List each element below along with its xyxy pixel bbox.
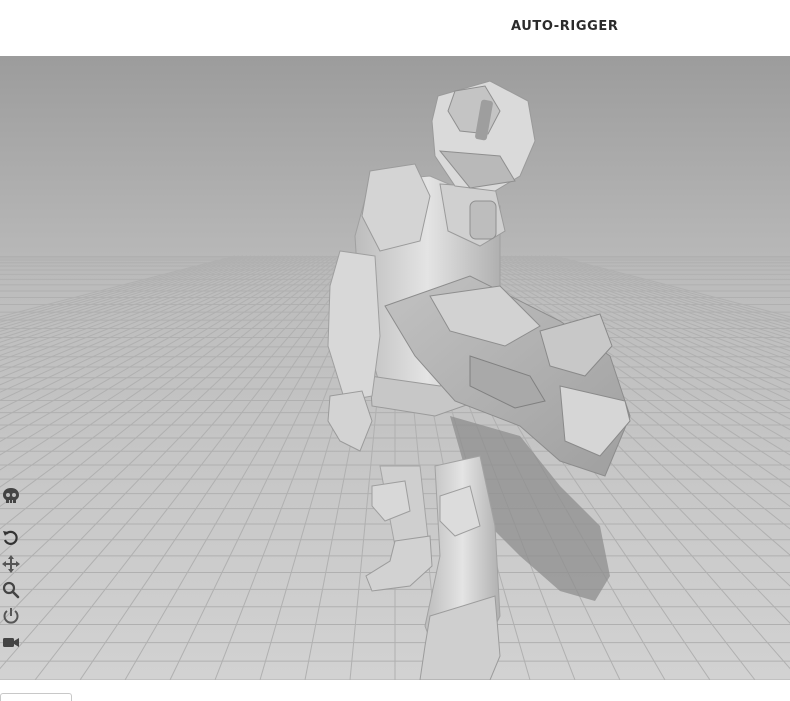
skeleton-icon[interactable] <box>1 486 21 506</box>
pan-move-icon[interactable] <box>1 554 21 574</box>
3d-viewport[interactable] <box>0 56 790 680</box>
top-bar: AUTO-RIGGER <box>0 0 790 56</box>
power-icon[interactable] <box>1 606 21 626</box>
reset-rotation-icon[interactable] <box>1 528 21 548</box>
bottom-tab[interactable] <box>0 693 72 701</box>
auto-rigger-page: AUTO-RIGGER <box>0 0 790 701</box>
bottom-panel <box>0 680 790 701</box>
app-title: AUTO-RIGGER <box>511 19 619 34</box>
camera-icon[interactable] <box>1 632 21 652</box>
viewport-scene <box>0 56 790 680</box>
zoom-icon[interactable] <box>1 580 21 600</box>
